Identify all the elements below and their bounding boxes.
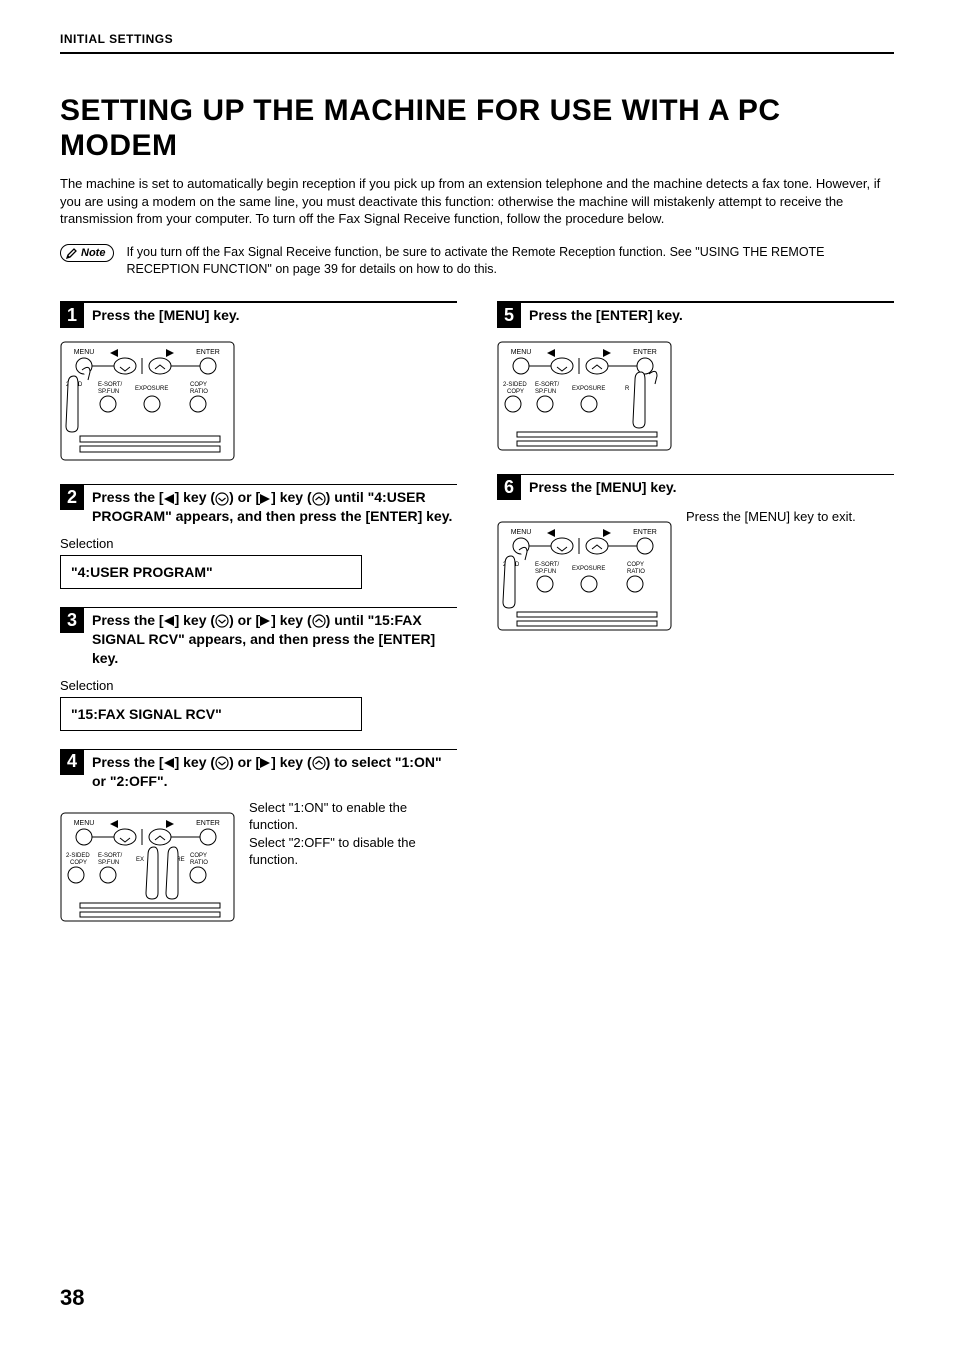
svg-text:COPY: COPY — [190, 853, 207, 859]
svg-text:EXPOSURE: EXPOSURE — [572, 566, 605, 572]
svg-text:ENTER: ENTER — [633, 529, 657, 536]
svg-text:ENTER: ENTER — [196, 349, 220, 356]
svg-text:MENU: MENU — [74, 820, 95, 827]
svg-text:MENU: MENU — [511, 349, 532, 356]
step-title: Press the [MENU] key. — [529, 475, 677, 497]
svg-text:COPY: COPY — [190, 382, 207, 388]
note-label: Note — [81, 247, 105, 259]
step-title: Press the [MENU] key. — [92, 303, 240, 325]
intro-paragraph: The machine is set to automatically begi… — [60, 175, 894, 228]
left-triangle-icon — [164, 758, 175, 768]
svg-text:MENU: MENU — [511, 529, 532, 536]
note-row: Note If you turn off the Fax Signal Rece… — [60, 244, 894, 278]
step-side-text: Select "1:ON" to enable the function. Se… — [249, 799, 457, 869]
svg-text:E-SORT/: E-SORT/ — [98, 853, 123, 859]
step-number: 6 — [497, 474, 521, 500]
step-title: Press the [ENTER] key. — [529, 303, 683, 325]
svg-text:SP.FUN: SP.FUN — [98, 860, 119, 866]
left-triangle-icon — [164, 494, 175, 504]
svg-text:SP.FUN: SP.FUN — [535, 389, 556, 395]
page-title: SETTING UP THE MACHINE FOR USE WITH A PC… — [60, 94, 894, 163]
circle-down-icon — [215, 614, 229, 628]
svg-text:EX: EX — [136, 857, 144, 863]
selection-label: Selection — [60, 536, 457, 551]
circle-up-icon — [312, 756, 326, 770]
left-triangle-icon — [164, 616, 175, 626]
step-4: 4 Press the [] key () or [] key () to se… — [60, 749, 457, 935]
svg-text:EXPOSURE: EXPOSURE — [572, 386, 605, 392]
svg-text:COPY: COPY — [627, 562, 644, 568]
step-5: 5 Press the [ENTER] key. MENU ENTER — [497, 301, 894, 456]
svg-text:EXPOSURE: EXPOSURE — [135, 386, 168, 392]
svg-text:COPY: COPY — [507, 389, 524, 395]
pencil-icon — [65, 246, 79, 260]
svg-text:E-SORT/: E-SORT/ — [535, 382, 560, 388]
step-number: 1 — [60, 302, 84, 328]
svg-text:SP.FUN: SP.FUN — [535, 569, 556, 575]
svg-text:R: R — [625, 386, 630, 392]
step-title: Press the [] key () or [] key () until "… — [92, 608, 457, 668]
step-6: 6 Press the [MENU] key. MENU ENTER — [497, 474, 894, 644]
display-box: "15:FAX SIGNAL RCV" — [60, 697, 362, 731]
step-side-text: Press the [MENU] key to exit. — [686, 508, 856, 526]
circle-up-icon — [312, 614, 326, 628]
svg-text:E-SORT/: E-SORT/ — [535, 562, 560, 568]
step-2: 2 Press the [] key () or [] key () until… — [60, 484, 457, 589]
note-badge: Note — [60, 244, 114, 262]
circle-up-icon — [312, 492, 326, 506]
display-box: "4:USER PROGRAM" — [60, 555, 362, 589]
note-text: If you turn off the Fax Signal Receive f… — [126, 244, 894, 278]
step-1: 1 Press the [MENU] key. MENU ENTER — [60, 301, 457, 466]
circle-down-icon — [215, 492, 229, 506]
selection-label: Selection — [60, 678, 457, 693]
control-panel-figure: MENU ENTER 2-SIDED COPY E-SORT/ — [497, 336, 894, 456]
right-triangle-icon — [260, 494, 271, 504]
svg-text:RATIO: RATIO — [190, 389, 208, 395]
svg-text:ENTER: ENTER — [196, 820, 220, 827]
page-number: 38 — [60, 1285, 84, 1311]
right-triangle-icon — [260, 616, 271, 626]
svg-text:2-SIDED: 2-SIDED — [66, 853, 90, 859]
svg-text:COPY: COPY — [70, 860, 87, 866]
control-panel-figure: MENU ENTER 2-SIDED COPY — [60, 807, 235, 927]
svg-text:RATIO: RATIO — [627, 569, 645, 575]
step-number: 4 — [60, 749, 84, 775]
header-text: INITIAL SETTINGS — [60, 32, 173, 46]
svg-text:E-SORT/: E-SORT/ — [98, 382, 123, 388]
svg-text:2-SIDED: 2-SIDED — [503, 382, 527, 388]
circle-down-icon — [215, 756, 229, 770]
svg-text:SP.FUN: SP.FUN — [98, 389, 119, 395]
step-number: 2 — [60, 484, 84, 510]
step-title: Press the [] key () or [] key () until "… — [92, 485, 457, 526]
control-panel-figure: MENU ENTER 2-ED E-SORT/ — [497, 516, 672, 636]
header-bar: INITIAL SETTINGS — [60, 30, 894, 54]
step-3: 3 Press the [] key () or [] key () until… — [60, 607, 457, 731]
right-triangle-icon — [260, 758, 271, 768]
step-number: 5 — [497, 302, 521, 328]
svg-text:ENTER: ENTER — [633, 349, 657, 356]
svg-text:RATIO: RATIO — [190, 860, 208, 866]
step-title: Press the [] key () or [] key () to sele… — [92, 750, 457, 791]
step-number: 3 — [60, 607, 84, 633]
svg-text:MENU: MENU — [74, 349, 95, 356]
control-panel-figure: MENU ENTER 2-ED E-SOR — [60, 336, 457, 466]
